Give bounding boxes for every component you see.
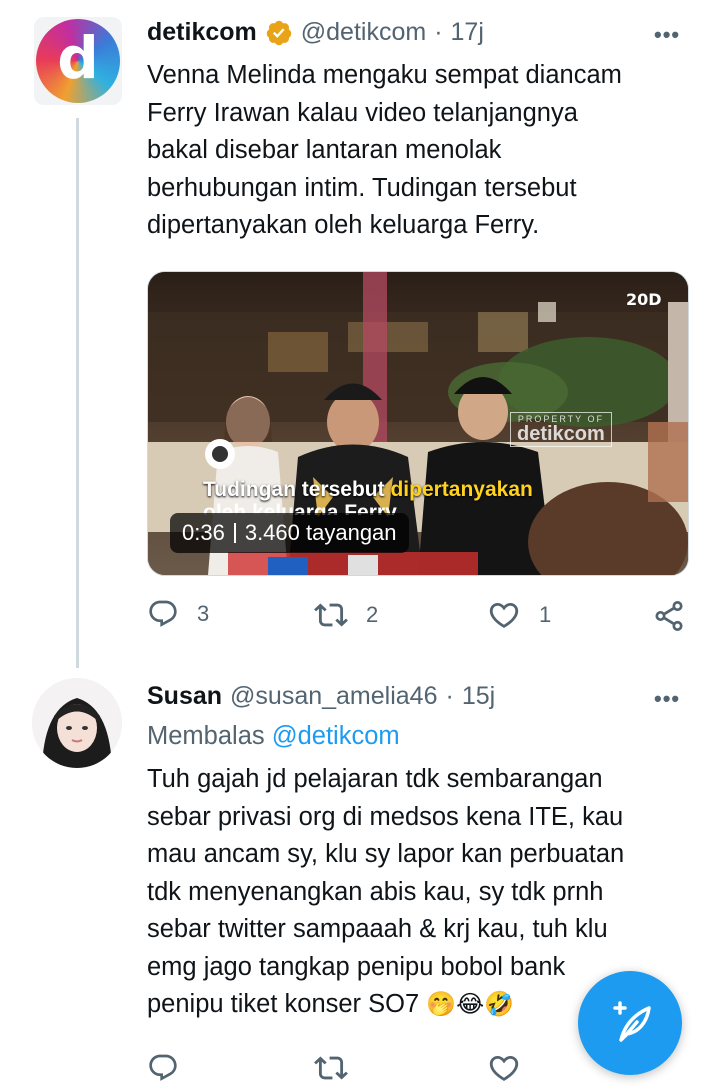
replying-to-mention[interactable]: @detikcom xyxy=(272,722,400,750)
like-count: 1 xyxy=(539,602,552,627)
caption-yellow: dipertanyakan xyxy=(390,478,533,501)
like-action-2[interactable] xyxy=(487,1051,521,1090)
tweet-header: detikcom @detikcom · 17j xyxy=(147,18,484,47)
caption-white: Tudingan tersebut xyxy=(203,478,391,501)
reply-count: 3 xyxy=(197,601,210,626)
tweet-time[interactable]: 17j xyxy=(451,18,484,47)
avatar-portrait xyxy=(32,678,122,768)
tweet-text-line: dipertanyakan oleh keluarga Ferry. xyxy=(147,211,540,239)
video-stats-pill: 0:36 3.460 tayangan xyxy=(170,513,409,553)
thread-connector xyxy=(76,118,79,668)
retweet-action[interactable]: 2 xyxy=(314,598,378,632)
retweet-count: 2 xyxy=(366,602,379,627)
video-duration: 0:36 xyxy=(182,520,225,545)
tweet-text-line: berhubungan intim. Tudingan tersebut xyxy=(147,173,577,202)
tweet-text-line: Venna Melinda mengaku sempat diancam xyxy=(147,61,622,89)
author-name[interactable]: Susan xyxy=(147,682,222,711)
compose-tweet-button[interactable] xyxy=(578,971,682,1075)
channel-logo: 20D xyxy=(626,290,662,309)
replying-to-label: Membalas xyxy=(147,722,272,750)
susan-avatar[interactable] xyxy=(32,678,122,768)
video-views: 3.460 tayangan xyxy=(244,520,397,545)
video-player[interactable]: 20D PROPERTY OF detikcom Tudingan terseb… xyxy=(147,271,689,576)
tweet-text: Venna Melinda mengaku sempat diancam Fer… xyxy=(147,57,707,245)
author-handle[interactable]: @detikcom xyxy=(301,18,426,47)
video-watermark: PROPERTY OF detikcom xyxy=(510,412,612,447)
like-action[interactable]: 1 xyxy=(487,598,551,632)
more-options-icon[interactable]: ••• xyxy=(654,686,680,712)
author-name[interactable]: detikcom xyxy=(147,18,257,47)
stats-divider xyxy=(233,523,236,543)
reply-emojis: 🤭😂🤣 xyxy=(426,991,515,1018)
reply-icon xyxy=(149,1054,177,1081)
tweet-text-line: Ferry Irawan kalau video telanjangnya xyxy=(147,98,578,127)
reply-text-line: tdk menyenangkan abis kau, sy tdk prnh xyxy=(147,877,604,906)
retweet-icon xyxy=(314,1056,348,1080)
avatar-letter: d xyxy=(57,24,99,92)
compose-icon xyxy=(613,1001,651,1042)
retweet-action-2[interactable] xyxy=(314,1051,348,1090)
verified-badge-icon xyxy=(266,20,292,45)
reply-text-line: sebar twitter sampaaah & krj kau, tuh kl… xyxy=(147,915,608,943)
reply-text-line: penipu tiket konser SO7 xyxy=(147,990,427,1018)
tweet-text-line: bakal disebar lantaran menolak xyxy=(147,136,502,164)
caption-bubble-icon xyxy=(205,439,235,469)
heart-icon xyxy=(489,602,519,628)
reply-text-line: Tuh gajah jd pelajaran tdk sembarangan xyxy=(147,765,603,793)
share-action[interactable] xyxy=(652,599,686,638)
tweet-time[interactable]: 15j xyxy=(462,682,495,711)
reply-action-2[interactable] xyxy=(147,1052,179,1089)
reply-action[interactable]: 3 xyxy=(147,598,209,630)
detikcom-avatar[interactable]: d xyxy=(34,17,122,105)
reply-icon xyxy=(149,600,177,627)
share-icon xyxy=(655,601,683,631)
reply-header: Susan @susan_amelia46 · 15j xyxy=(147,682,495,711)
dot-separator: · xyxy=(445,682,454,710)
author-handle[interactable]: @susan_amelia46 xyxy=(230,682,437,711)
heart-icon xyxy=(489,1055,519,1081)
retweet-icon xyxy=(314,603,348,627)
watermark-brand: detikcom xyxy=(517,423,605,445)
reply-text-line: sebar privasi org di medsos kena ITE, ka… xyxy=(147,802,624,831)
replying-to: Membalas @detikcom xyxy=(147,722,400,751)
dot-separator: · xyxy=(434,18,443,46)
reply-text-line: mau ancam sy, klu sy lapor kan perbuatan xyxy=(147,840,625,868)
more-options-icon[interactable]: ••• xyxy=(654,22,680,48)
video-caption: Tudingan tersebut dipertanyakan xyxy=(203,478,533,502)
